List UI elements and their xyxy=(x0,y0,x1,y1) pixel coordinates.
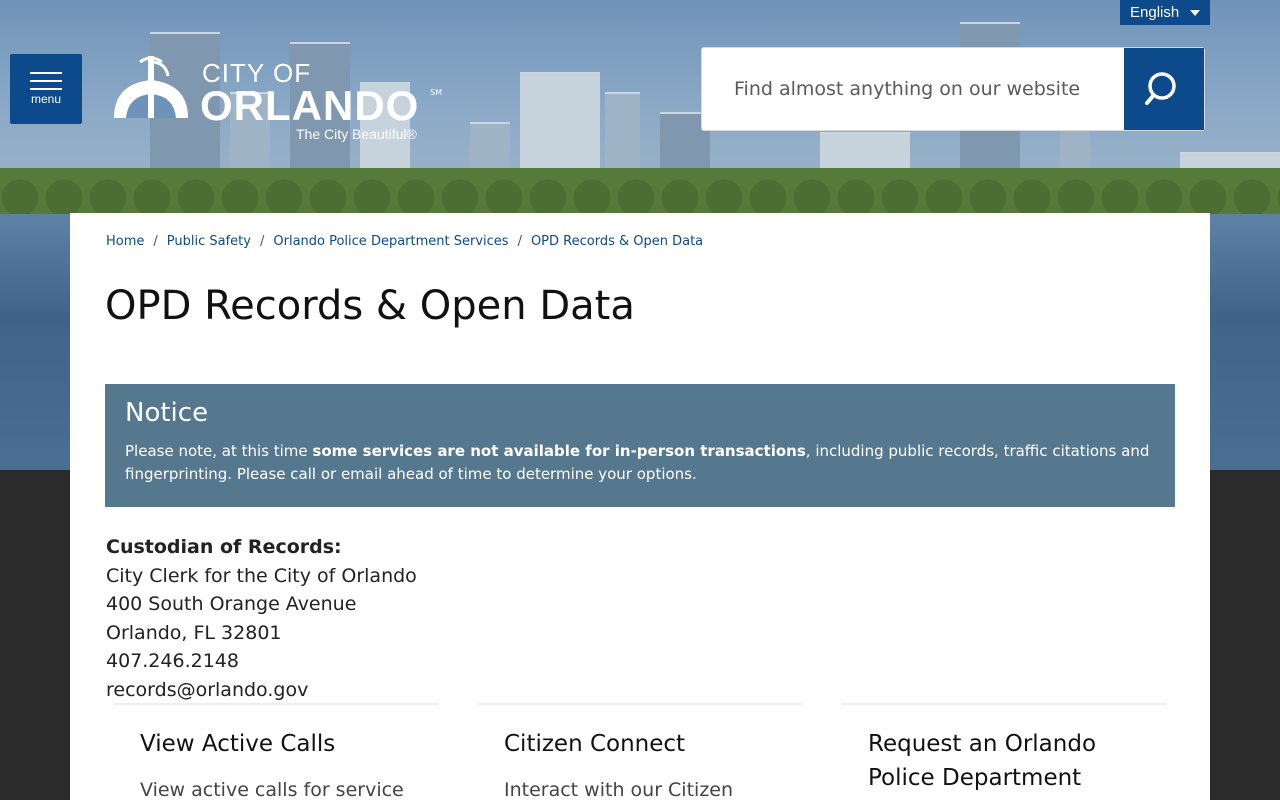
breadcrumb-current[interactable]: OPD Records & Open Data xyxy=(531,234,703,249)
search-icon xyxy=(1145,72,1176,105)
caret-down-icon xyxy=(1190,10,1200,16)
tile-title: Citizen Connect xyxy=(504,731,686,757)
breadcrumb-home[interactable]: Home xyxy=(106,234,144,249)
custodian-email[interactable]: records@orlando.gov xyxy=(106,676,417,705)
notice-text: Please note, at this time some services … xyxy=(125,442,1150,483)
breadcrumb-opd-services[interactable]: Orlando Police Department Services xyxy=(273,234,508,249)
search-button[interactable] xyxy=(1124,48,1204,130)
notice-box: Notice Please note, at this time some se… xyxy=(105,384,1175,507)
breadcrumb-public-safety[interactable]: Public Safety xyxy=(167,234,251,249)
custodian-line: 400 South Orange Avenue xyxy=(106,593,357,615)
tile-title: Request an Orlando Police Department xyxy=(868,731,1097,791)
fountain-emblem-icon xyxy=(114,56,188,118)
custodian-line: City Clerk for the City of Orlando xyxy=(106,564,417,587)
tile-view-active-calls[interactable]: View Active Calls View active calls for … xyxy=(114,703,438,800)
logo-tagline: The City Beautiful® xyxy=(296,126,417,142)
logo-name: ORLANDO xyxy=(200,82,420,129)
site-search xyxy=(701,47,1205,131)
custodian-info: Custodian of Records: City Clerk for the… xyxy=(106,533,417,704)
tile-title: View Active Calls xyxy=(140,731,336,757)
tile-desc: Interact with our Citizen xyxy=(504,779,734,800)
menu-label: menu xyxy=(30,92,62,106)
main-content: Home / Public Safety / Orlando Police Depart… xyxy=(70,213,1210,800)
custodian-phone: 407.246.2148 xyxy=(106,650,239,672)
city-logo[interactable]: CITY OF ORLANDO SM The City Beautiful® xyxy=(110,54,450,146)
breadcrumb: Home / Public Safety / Orlando Police Depart… xyxy=(106,234,704,249)
language-selected: English xyxy=(1130,4,1180,21)
custodian-heading: Custodian of Records: xyxy=(106,536,342,558)
tile-citizen-connect[interactable]: Citizen Connect Interact with our Citize… xyxy=(478,703,802,800)
logo-sm: SM xyxy=(430,88,442,97)
page-title: OPD Records & Open Data xyxy=(105,283,635,329)
notice-heading: Notice xyxy=(125,398,209,428)
tile-request-opd[interactable]: Request an Orlando Police Department xyxy=(842,703,1166,800)
search-input[interactable] xyxy=(702,48,1124,130)
custodian-line: Orlando, FL 32801 xyxy=(106,621,282,644)
language-selector[interactable]: English xyxy=(1120,0,1210,25)
menu-button[interactable]: menu xyxy=(10,54,82,124)
tile-desc: View active calls for service xyxy=(140,779,404,800)
